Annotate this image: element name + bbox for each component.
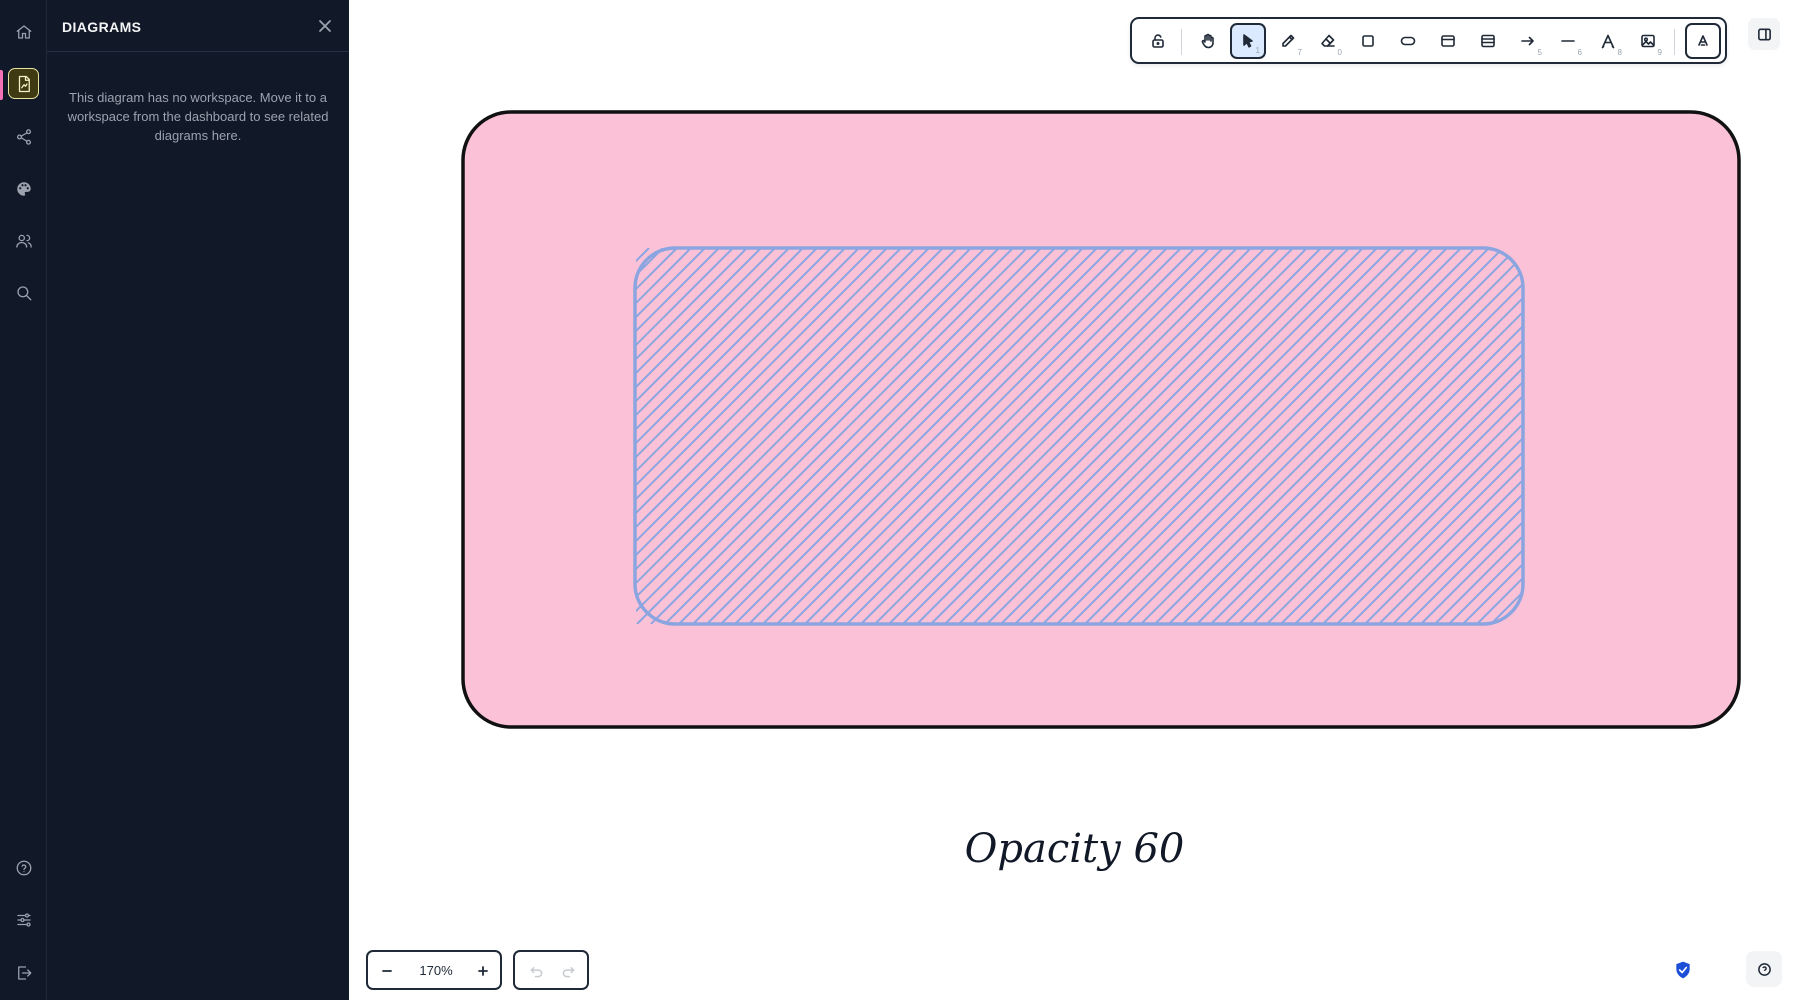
zoom-controls: 170% <box>366 950 502 990</box>
hand-icon <box>1201 33 1214 49</box>
panel-header: DIAGRAMS <box>47 0 349 52</box>
shield-check-icon <box>1676 961 1690 979</box>
line-icon <box>1561 40 1575 42</box>
pill-icon <box>1400 36 1416 46</box>
tool-hand-button[interactable] <box>1190 23 1226 59</box>
tool-select-button[interactable]: 1 <box>1230 23 1266 59</box>
zoom-in-button[interactable] <box>470 958 496 984</box>
tool-image-button[interactable]: 9 <box>1630 23 1666 59</box>
logout-icon <box>17 965 31 980</box>
palette-icon <box>16 181 31 196</box>
rail-home-button[interactable] <box>8 16 39 47</box>
drawing-toolbar: 1 7 0 5 6 8 9 <box>1130 17 1727 64</box>
minus-icon <box>382 970 392 972</box>
tool-key: 9 <box>1657 48 1662 57</box>
search-icon <box>16 285 31 300</box>
close-icon <box>319 20 331 32</box>
sliders-icon <box>16 912 31 927</box>
tool-key: 5 <box>1537 48 1542 57</box>
tool-key: 1 <box>1255 46 1260 55</box>
panel-title: DIAGRAMS <box>62 19 142 35</box>
outer-rectangle[interactable] <box>461 110 1741 729</box>
outer-rectangle-sketch-stroke <box>512 109 1690 113</box>
tool-rectangle-button[interactable] <box>1350 23 1386 59</box>
undo-button[interactable] <box>523 958 549 984</box>
tool-ai-button[interactable] <box>1685 23 1721 59</box>
rail-settings-button[interactable] <box>8 904 39 935</box>
plus-icon <box>478 966 488 976</box>
tool-table-button[interactable] <box>1470 23 1506 59</box>
redo-icon <box>562 966 574 977</box>
users-icon <box>15 234 32 248</box>
rail-search-button[interactable] <box>8 277 39 308</box>
toolbar-separator <box>1181 29 1182 55</box>
home-icon <box>16 24 31 39</box>
share-icon <box>16 128 31 145</box>
lock-open-icon <box>1152 34 1164 48</box>
image-icon <box>1641 34 1655 48</box>
tool-eraser-button[interactable]: 0 <box>1310 23 1346 59</box>
redo-button[interactable] <box>555 958 581 984</box>
diagrams-panel: DIAGRAMS This diagram has no workspace. … <box>47 0 349 1000</box>
tool-line-button[interactable]: 6 <box>1550 23 1586 59</box>
cursor-icon <box>1243 34 1253 48</box>
zoom-out-button[interactable] <box>374 958 400 984</box>
opacity-caption-text[interactable]: Opacity 60 <box>349 826 1800 872</box>
arrow-right-icon <box>1521 36 1534 46</box>
pencil-icon <box>1282 34 1295 47</box>
help-circle-icon <box>16 860 31 875</box>
toggle-right-panel-button[interactable] <box>1748 18 1780 50</box>
tool-key: 7 <box>1297 48 1302 57</box>
tool-pencil-button[interactable]: 7 <box>1270 23 1306 59</box>
zoom-level[interactable]: 170% <box>404 963 468 978</box>
square-icon <box>1362 35 1374 47</box>
tool-key: 6 <box>1577 48 1582 57</box>
tool-frame-button[interactable] <box>1430 23 1466 59</box>
table-icon <box>1481 34 1495 48</box>
rail-help-button[interactable] <box>8 852 39 883</box>
security-shield-icon[interactable] <box>1671 958 1695 982</box>
undo-icon <box>530 966 542 977</box>
text-icon <box>1601 34 1615 49</box>
close-panel-button[interactable] <box>315 16 335 36</box>
sidebar-panel-icon <box>1757 28 1771 40</box>
tool-text-button[interactable]: 8 <box>1590 23 1626 59</box>
tool-key: 8 <box>1617 48 1622 57</box>
toolbar-separator <box>1674 29 1675 55</box>
rail-logout-button[interactable] <box>8 957 39 988</box>
app-root: DIAGRAMS This diagram has no workspace. … <box>0 0 1800 1000</box>
rail-share-button[interactable] <box>8 121 39 152</box>
eraser-icon <box>1321 34 1335 47</box>
help-circle-icon <box>1757 962 1771 976</box>
tool-lock-button[interactable] <box>1140 23 1176 59</box>
tool-arrow-button[interactable]: 5 <box>1510 23 1546 59</box>
drawing-canvas[interactable]: Opacity 60 1 7 0 5 6 8 9 170% <box>349 0 1800 1000</box>
rail-diagrams-button[interactable] <box>8 68 39 99</box>
history-controls <box>513 950 589 990</box>
tool-ellipse-button[interactable] <box>1390 23 1426 59</box>
frame-icon <box>1441 35 1455 47</box>
icon-rail <box>0 0 47 1000</box>
tool-key: 0 <box>1337 48 1342 57</box>
active-marker <box>0 70 3 100</box>
rail-theme-button[interactable] <box>8 173 39 204</box>
diagram-file-icon <box>18 75 30 92</box>
help-button[interactable] <box>1746 951 1782 987</box>
sparkle-icon <box>1698 35 1708 46</box>
no-workspace-message: This diagram has no workspace. Move it t… <box>67 90 329 143</box>
rail-collaborators-button[interactable] <box>8 225 39 256</box>
